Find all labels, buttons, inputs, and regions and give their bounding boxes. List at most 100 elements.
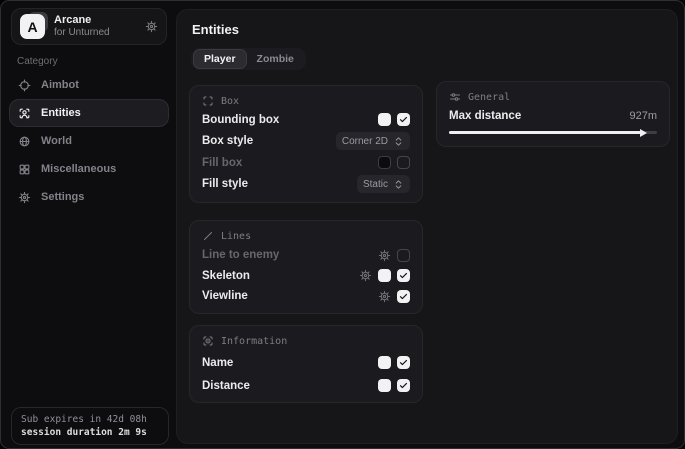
checkbox-fill-box[interactable] — [397, 156, 410, 169]
row-controls — [378, 113, 410, 126]
sidebar-item-entities[interactable]: Entities — [9, 99, 169, 127]
row-controls — [378, 156, 410, 169]
slider-max-distance[interactable] — [449, 128, 657, 137]
check-icon — [399, 271, 408, 280]
row-controls: 927m — [629, 110, 657, 122]
checkbox-name[interactable] — [397, 356, 410, 369]
sliders-icon — [449, 91, 461, 103]
check-icon — [399, 115, 408, 124]
row-controls — [378, 290, 410, 303]
row-label: Fill box — [202, 157, 242, 169]
color-swatch-bounding-box[interactable] — [378, 113, 391, 126]
slider-fill — [449, 131, 642, 134]
card-title: Lines — [221, 231, 251, 242]
check-icon — [399, 381, 408, 390]
select-value: Static — [363, 179, 388, 190]
sidebar-item-settings[interactable]: Settings — [9, 183, 169, 211]
card-header-information: Information — [202, 335, 410, 347]
color-swatch-skeleton[interactable] — [378, 269, 391, 282]
row-label: Viewline — [202, 290, 248, 302]
row-viewline: Viewline — [202, 289, 410, 304]
row-bounding-box: Bounding box — [202, 112, 410, 127]
app-logo: A — [20, 14, 45, 39]
checkbox-line-to-enemy[interactable] — [397, 249, 410, 262]
row-box-style: Box style Corner 2D — [202, 132, 410, 150]
gear-icon[interactable] — [145, 20, 158, 33]
checkbox-distance[interactable] — [397, 379, 410, 392]
select-value: Corner 2D — [342, 136, 388, 147]
page-title: Entities — [192, 22, 239, 37]
row-label: Fill style — [202, 178, 248, 190]
sidebar-item-label: Miscellaneous — [41, 163, 116, 175]
gear-icon — [359, 269, 372, 282]
card-information: Information Name Distance — [189, 325, 423, 403]
sidebar-item-label: Aimbot — [41, 79, 79, 91]
tab-bar: PlayerZombie — [191, 48, 306, 70]
row-controls — [378, 249, 410, 262]
sub-expires-text: Sub expires in 42d 08h — [21, 414, 159, 425]
color-swatch-name[interactable] — [378, 356, 391, 369]
row-label: Distance — [202, 380, 250, 392]
row-controls — [378, 379, 410, 392]
brand-title: Arcane — [54, 14, 145, 27]
session-duration-text: session duration 2m 9s — [21, 427, 159, 438]
gear-icon[interactable] — [359, 269, 372, 282]
tab-zombie[interactable]: Zombie — [247, 50, 304, 68]
main-panel: Entities PlayerZombie BoxBounding boxBox… — [176, 9, 678, 444]
slider-thumb[interactable] — [640, 129, 647, 137]
logo-letter: A — [20, 14, 45, 39]
checkbox-bounding-box[interactable] — [397, 113, 410, 126]
select-fill-style[interactable]: Static — [357, 175, 410, 193]
row-label: Bounding box — [202, 114, 279, 126]
row-max-distance: Max distance 927m — [449, 108, 657, 123]
row-controls — [359, 269, 410, 282]
sidebar-item-label: World — [41, 135, 72, 147]
card-general: General Max distance 927m — [436, 81, 670, 147]
row-distance: Distance — [202, 378, 410, 393]
row-name: Name — [202, 355, 410, 370]
gear-icon — [145, 20, 158, 33]
card-box: Box Bounding box Box style Corner 2D Fill bo… — [189, 85, 423, 203]
sidebar-item-miscellaneous[interactable]: Miscellaneous — [9, 155, 169, 183]
card-title: Box — [221, 96, 239, 107]
brand-subtitle: for Unturned — [54, 27, 145, 39]
card-header-box: Box — [202, 95, 410, 107]
crosshair-icon — [18, 79, 31, 92]
row-controls: Corner 2D — [336, 132, 410, 150]
row-label: Box style — [202, 135, 253, 147]
row-value-max-distance: 927m — [629, 110, 657, 122]
checkbox-skeleton[interactable] — [397, 269, 410, 282]
entity-scan-icon — [18, 107, 31, 120]
grid-icon — [18, 163, 31, 176]
card-header-general: General — [449, 91, 657, 103]
checkbox-viewline[interactable] — [397, 290, 410, 303]
sidebar-item-world[interactable]: World — [9, 127, 169, 155]
tab-player[interactable]: Player — [193, 49, 247, 69]
row-label: Name — [202, 357, 233, 369]
row-label: Line to enemy — [202, 249, 279, 261]
row-label: Max distance — [449, 110, 521, 122]
sidebar: A Arcane for Unturned Category Aimbot Ent… — [1, 1, 176, 448]
sidebar-item-label: Settings — [41, 191, 84, 203]
gear-icon[interactable] — [378, 249, 391, 262]
category-label: Category — [17, 56, 58, 67]
card-lines: Lines Line to enemy Skeleton Viewline — [189, 220, 423, 314]
color-swatch-distance[interactable] — [378, 379, 391, 392]
row-skeleton: Skeleton — [202, 268, 410, 283]
scan-info-icon — [202, 335, 214, 347]
color-swatch-fill-box[interactable] — [378, 156, 391, 169]
sidebar-item-aimbot[interactable]: Aimbot — [9, 71, 169, 99]
check-icon — [399, 292, 408, 301]
app-window: A Arcane for Unturned Category Aimbot Ent… — [0, 0, 685, 449]
row-fill-style: Fill style Static — [202, 175, 410, 193]
card-title: Information — [221, 336, 287, 347]
check-icon — [399, 358, 408, 367]
gear-icon — [378, 249, 391, 262]
row-controls — [378, 356, 410, 369]
gear-icon — [378, 290, 391, 303]
brand-text: Arcane for Unturned — [54, 14, 145, 38]
gear-icon[interactable] — [378, 290, 391, 303]
gear-icon — [18, 191, 31, 204]
select-box-style[interactable]: Corner 2D — [336, 132, 410, 150]
card-header-lines: Lines — [202, 230, 410, 242]
